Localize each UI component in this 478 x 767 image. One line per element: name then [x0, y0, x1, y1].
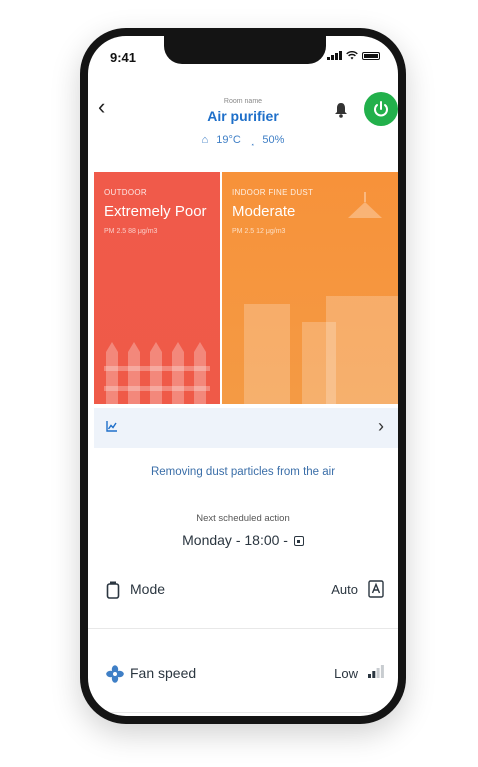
chart-icon: [106, 421, 117, 432]
climate-readout: ⌂ 19°C ⸼ 50%: [88, 132, 398, 147]
wifi-icon: [346, 51, 358, 60]
status-time: 9:41: [110, 50, 137, 65]
fence-illustration: [104, 342, 210, 404]
temperature-value: 19°C: [216, 134, 241, 146]
mode-device-icon: [106, 581, 120, 599]
phone-frame: 9:41 ‹ Room name Air purifier ⌂ 19°C ⸼ 50%…: [80, 28, 406, 724]
fan-icon: [106, 665, 124, 683]
status-icons: [327, 51, 380, 60]
signal-icon: [327, 51, 342, 60]
mode-value: Auto: [331, 582, 358, 597]
building-illustration-1: [244, 304, 290, 404]
mode-row[interactable]: Mode Auto: [88, 560, 398, 620]
power-icon: [374, 101, 388, 117]
humidity-value: 50%: [262, 134, 285, 146]
calendar-icon: [293, 536, 304, 546]
history-strip[interactable]: ›: [94, 408, 398, 448]
next-action-value: Monday - 18:00 -: [182, 532, 288, 548]
chevron-right-icon[interactable]: ›: [378, 416, 384, 437]
app-screen: 9:41 ‹ Room name Air purifier ⌂ 19°C ⸼ 50%…: [88, 36, 398, 716]
power-button[interactable]: [364, 92, 398, 126]
phone-notch: [164, 36, 326, 64]
auto-mode-icon: [368, 580, 384, 598]
fan-speed-value: Low: [334, 666, 358, 681]
notification-bell-icon[interactable]: [334, 102, 348, 118]
room-name: Room name: [223, 98, 263, 105]
fan-speed-level-icon: [368, 665, 384, 678]
outdoor-detail: PM 2.5 88 μg/m3: [104, 228, 158, 235]
next-action-time[interactable]: Monday - 18:00 -: [88, 532, 398, 548]
humidity-icon: ⸼: [251, 134, 255, 146]
indoor-detail: PM 2.5 12 μg/m3: [232, 228, 286, 235]
battery-icon: [362, 52, 380, 60]
next-action-label: Next scheduled action: [196, 513, 290, 524]
action-status-text: Removing dust particles from the air: [150, 466, 336, 478]
building-illustration-3: [326, 296, 398, 404]
outdoor-status: Extremely Poor: [104, 203, 207, 220]
device-title: Air purifier: [207, 108, 279, 124]
indoor-status: Moderate: [232, 203, 296, 220]
row-divider: [88, 628, 398, 629]
row-divider: [88, 712, 398, 713]
outdoor-label: OUTDOOR: [104, 188, 147, 197]
indoor-label: INDOOR FINE DUST: [232, 188, 314, 197]
lamp-icon: [348, 192, 382, 218]
fan-speed-label: Fan speed: [130, 665, 197, 681]
temperature-icon: ⌂: [201, 134, 209, 146]
mode-label: Mode: [130, 581, 166, 597]
indoor-air-card[interactable]: INDOOR FINE DUST Moderate PM 2.5 12 μg/m…: [222, 172, 398, 404]
fan-speed-row[interactable]: Fan speed Low: [88, 644, 398, 704]
outdoor-air-card[interactable]: OUTDOOR Extremely Poor PM 2.5 88 μg/m3: [94, 172, 220, 404]
